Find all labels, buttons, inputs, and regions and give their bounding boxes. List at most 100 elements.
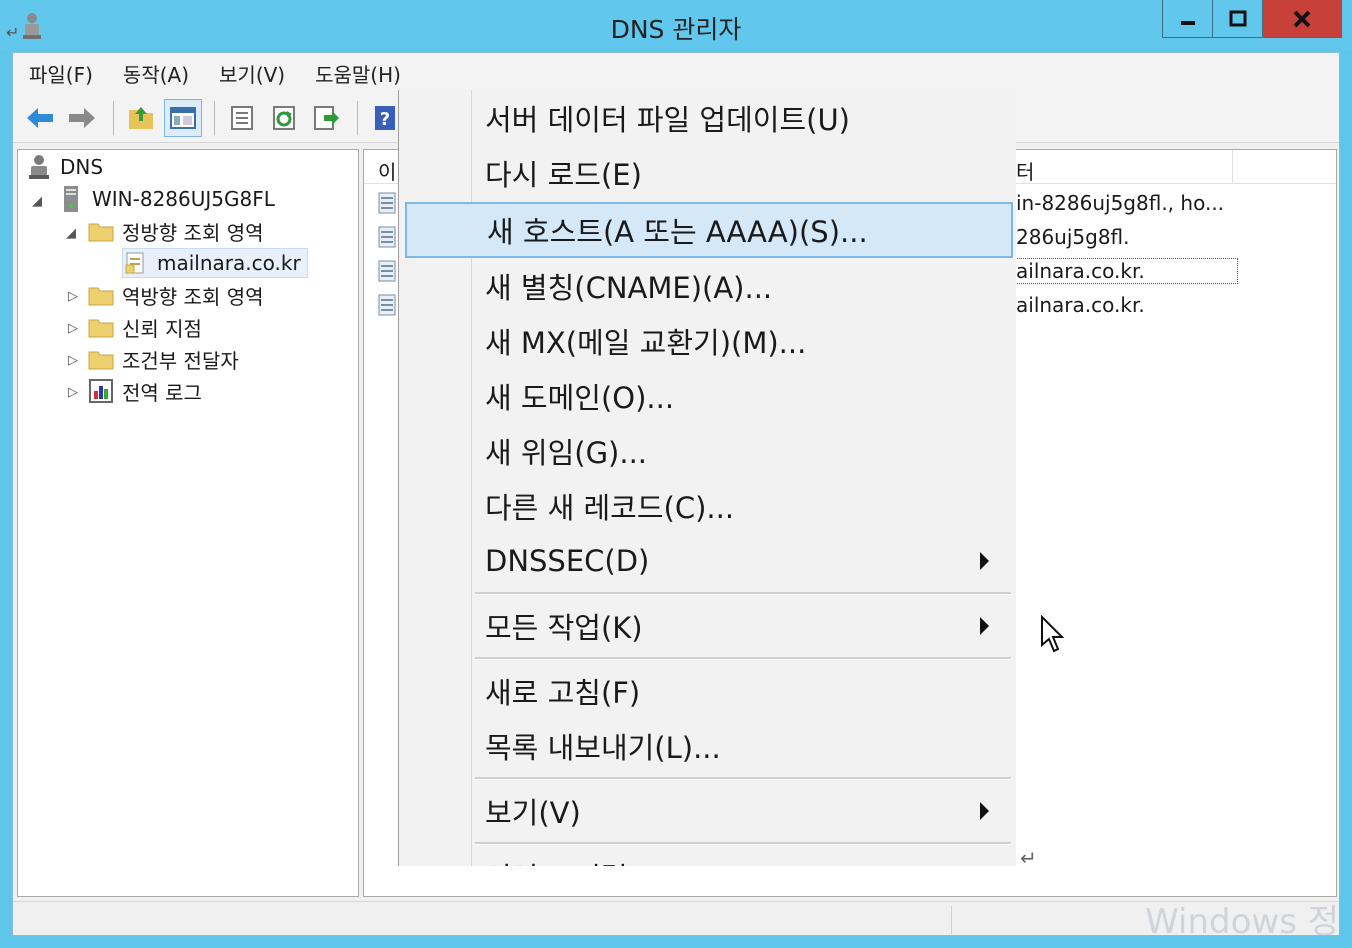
menu-item-label: 새 도메인(O)... <box>485 381 675 415</box>
tree-node-label: 조건부 전달자 <box>122 348 239 373</box>
expanded-arrow-icon[interactable]: ◢ <box>66 226 76 241</box>
collapsed-arrow-icon[interactable]: ▷ <box>68 321 78 336</box>
tree-node-trust-points[interactable]: 신뢰 지점 <box>88 312 202 342</box>
menu-item-export-list[interactable]: 목록 내보내기(L)... <box>405 720 1013 772</box>
server-computer-icon <box>58 186 84 212</box>
record-data: ailnara.co.kr. <box>1015 258 1238 284</box>
menu-bar: 파일(F) 동작(A) 보기(V) 도움말(H) <box>13 53 1339 93</box>
window-title: DNS 관리자 <box>610 15 742 44</box>
menu-separator <box>475 842 1011 845</box>
record-icon <box>378 226 396 248</box>
menu-item-other-new-records[interactable]: 다른 새 레코드(C)... <box>405 480 1013 532</box>
record-icon <box>378 260 396 282</box>
menu-item-label: 목록 내보내기(L)... <box>485 731 721 765</box>
windows-watermark: Windows 정 <box>1145 902 1339 942</box>
toolbar-separator <box>214 100 215 135</box>
submenu-arrow-icon <box>980 552 989 570</box>
menu-item-arrange-icons[interactable]: 이어드 정렬 <box>405 850 1013 866</box>
menu-item-label: 보기(V) <box>485 796 581 830</box>
menu-item-label: 새 별칭(CNAME)(A)... <box>485 271 773 305</box>
menu-item-new-alias[interactable]: 새 별칭(CNAME)(A)... <box>405 260 1013 312</box>
forward-arrow-icon[interactable] <box>63 99 101 137</box>
toolbar-separator <box>113 100 114 135</box>
menu-item-new-mx[interactable]: 새 MX(메일 교환기)(M)... <box>405 315 1013 367</box>
back-arrow-icon[interactable] <box>21 99 59 137</box>
minimize-button[interactable] <box>1163 0 1213 37</box>
record-icon <box>378 294 396 316</box>
column-header-data[interactable]: 터 <box>1016 156 1034 185</box>
record-data: ailnara.co.kr. <box>1016 293 1145 317</box>
up-folder-icon[interactable] <box>122 99 160 137</box>
close-button[interactable] <box>1263 0 1341 37</box>
menu-help[interactable]: 도움말(H) <box>315 59 401 88</box>
menu-item-label: 새 위임(G)... <box>485 436 648 470</box>
menu-item-view[interactable]: 보기(V) <box>405 785 1013 837</box>
return-mark-icon: ↵ <box>1020 846 1037 870</box>
properties-icon[interactable] <box>223 99 261 137</box>
menu-item-new-host[interactable]: 새 호스트(A 또는 AAAA)(S)... <box>405 202 1013 258</box>
show-hide-console-tree-icon[interactable] <box>164 98 202 137</box>
collapsed-arrow-icon[interactable]: ▷ <box>68 385 78 400</box>
tree-node-label: 역방향 조회 영역 <box>122 284 264 309</box>
zone-file-icon <box>123 250 149 276</box>
menu-item-new-delegation[interactable]: 새 위임(G)... <box>405 425 1013 477</box>
export-list-icon[interactable] <box>307 99 345 137</box>
submenu-arrow-icon <box>980 617 989 635</box>
menu-view[interactable]: 보기(V) <box>219 59 285 88</box>
tree-node-label: mailnara.co.kr <box>157 251 301 275</box>
tree-node-reverse-lookup-zones[interactable]: 역방향 조회 영역 <box>88 280 264 310</box>
column-header-name[interactable]: 이 <box>378 156 396 185</box>
window-controls <box>1162 0 1342 38</box>
maximize-button[interactable] <box>1213 0 1263 37</box>
menu-item-update-server-data-file[interactable]: 서버 데이터 파일 업데이트(U) <box>405 92 1013 144</box>
menu-item-all-tasks[interactable]: 모든 작업(K) <box>405 600 1013 652</box>
tree-node-label: 신뢰 지점 <box>122 316 202 341</box>
menu-item-label: DNSSEC(D) <box>485 544 650 578</box>
status-divider <box>951 906 952 934</box>
folder-icon <box>88 314 114 340</box>
menu-separator <box>475 592 1011 595</box>
menu-item-dnssec[interactable]: DNSSEC(D) <box>405 535 1013 587</box>
menu-item-label: 새로 고침(F) <box>485 676 641 710</box>
menu-action[interactable]: 동작(A) <box>123 59 189 88</box>
status-bar: Windows 정 <box>13 901 1339 942</box>
event-log-icon <box>88 378 114 404</box>
tree-node-label: DNS <box>60 155 104 179</box>
tree-node-conditional-forwarders[interactable]: 조건부 전달자 <box>88 344 239 374</box>
menu-item-reload[interactable]: 다시 로드(E) <box>405 147 1013 199</box>
tree-node-forward-lookup-zones[interactable]: 정방향 조회 영역 <box>88 216 264 246</box>
folder-icon <box>88 282 114 308</box>
menu-item-label: 이어드 정렬 <box>485 855 628 866</box>
record-icon <box>378 192 396 214</box>
menu-item-label: 모든 작업(K) <box>485 611 643 645</box>
dns-server-icon <box>26 154 52 180</box>
title-bar[interactable]: ↵ DNS 관리자 <box>0 0 1352 50</box>
expanded-arrow-icon[interactable]: ◢ <box>32 194 42 209</box>
tree-node-zone-mailnara[interactable]: mailnara.co.kr <box>122 248 308 278</box>
collapsed-arrow-icon[interactable]: ▷ <box>68 353 78 368</box>
menu-file[interactable]: 파일(F) <box>29 59 93 88</box>
menu-item-label: 서버 데이터 파일 업데이트(U) <box>485 103 850 137</box>
console-tree[interactable]: DNS ◢ WIN-8286UJ5G8FL ◢ 정방향 조회 영역 mailna… <box>17 149 359 897</box>
column-divider[interactable] <box>1232 150 1233 184</box>
menu-item-label: 새 MX(메일 교환기)(M)... <box>485 326 807 360</box>
menu-item-new-domain[interactable]: 새 도메인(O)... <box>405 370 1013 422</box>
menu-item-label: 다시 로드(E) <box>485 158 642 192</box>
record-data: 286uj5g8fl. <box>1016 225 1130 249</box>
toolbar-separator <box>357 100 358 135</box>
tree-node-label: 전역 로그 <box>122 380 202 405</box>
menu-separator <box>475 657 1011 660</box>
menu-item-label: 새 호스트(A 또는 AAAA)(S)... <box>487 215 868 249</box>
context-menu: 서버 데이터 파일 업데이트(U) 다시 로드(E) 새 호스트(A 또는 AA… <box>398 90 1016 866</box>
tree-node-label: 정방향 조회 영역 <box>122 220 264 245</box>
tree-node-global-logs[interactable]: 전역 로그 <box>88 376 202 406</box>
tree-node-dns[interactable]: DNS <box>26 152 103 182</box>
mouse-cursor-icon <box>1040 614 1066 655</box>
folder-icon <box>88 218 114 244</box>
record-data: in-8286uj5g8fl., ho... <box>1016 191 1225 215</box>
refresh-icon[interactable] <box>265 99 303 137</box>
menu-separator <box>475 777 1011 780</box>
collapsed-arrow-icon[interactable]: ▷ <box>68 289 78 304</box>
menu-item-refresh[interactable]: 새로 고침(F) <box>405 665 1013 717</box>
tree-node-server[interactable]: WIN-8286UJ5G8FL <box>58 184 275 214</box>
